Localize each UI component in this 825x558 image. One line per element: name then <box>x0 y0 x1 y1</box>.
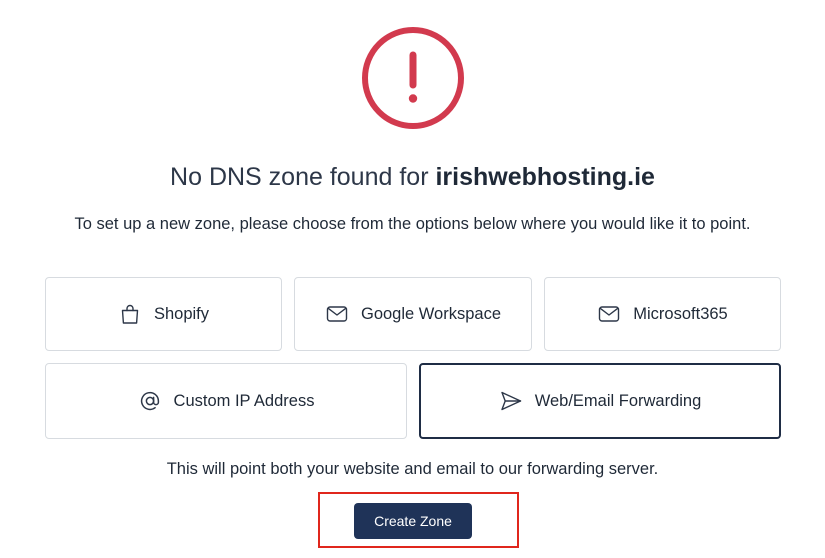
mail-icon <box>326 306 348 322</box>
title-prefix: No DNS zone found for <box>170 163 436 191</box>
option-microsoft365[interactable]: Microsoft365 <box>544 277 781 351</box>
at-sign-icon <box>140 391 159 411</box>
option-shopify[interactable]: Shopify <box>45 277 282 351</box>
page-subtitle: To set up a new zone, please choose from… <box>74 215 751 233</box>
option-label: Custom IP Address <box>173 391 315 410</box>
option-label: Google Workspace <box>360 304 502 323</box>
create-zone-button[interactable]: Create Zone <box>354 503 472 539</box>
forwarding-note: This will point both your website and em… <box>166 460 659 478</box>
option-web-email-forwarding[interactable]: Web/Email Forwarding <box>419 363 781 439</box>
dns-zone-setup-page: No DNS zone found for irishwebhosting.ie… <box>0 0 825 558</box>
option-label: Web/Email Forwarding <box>534 391 702 410</box>
option-label: Shopify <box>153 304 210 323</box>
option-label: Microsoft365 <box>633 304 728 323</box>
mail-icon <box>599 306 620 322</box>
domain-name: irishwebhosting.ie <box>435 163 655 191</box>
page-title: No DNS zone found for irishwebhosting.ie <box>0 160 825 194</box>
option-google-workspace[interactable]: Google Workspace <box>294 277 532 351</box>
alert-circle-icon <box>362 27 464 129</box>
send-icon <box>501 391 521 411</box>
shopping-bag-icon <box>121 304 139 324</box>
option-custom-ip-address[interactable]: Custom IP Address <box>45 363 407 439</box>
